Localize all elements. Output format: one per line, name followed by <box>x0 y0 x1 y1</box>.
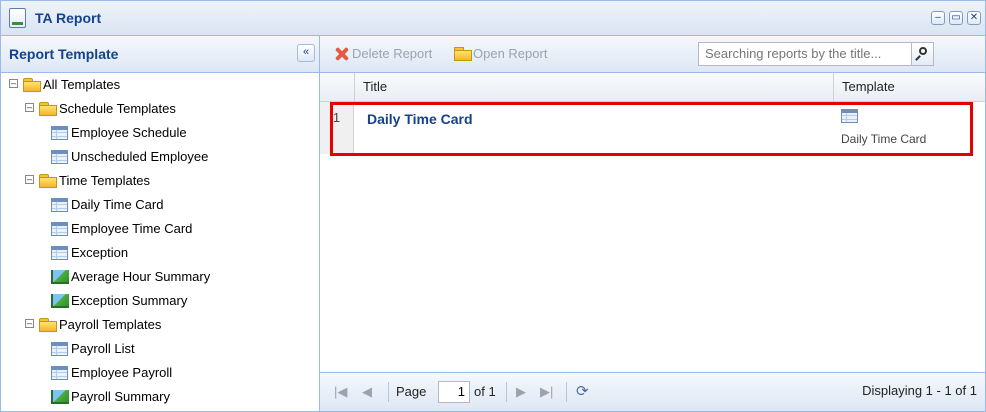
panel-title: Report Template <box>9 46 119 62</box>
template-grid-icon <box>841 109 858 123</box>
report-app-icon <box>9 8 26 28</box>
tree-item-label: Unscheduled Employee <box>71 149 209 164</box>
tree-item-label: Employee Schedule <box>71 125 187 140</box>
window-title: TA Report <box>35 10 102 26</box>
refresh-icon[interactable]: ⟳ <box>576 383 589 401</box>
search-input[interactable]: Searching reports by the title... <box>705 46 881 61</box>
tree-item-label: Schedule Templates <box>59 101 176 116</box>
grid-header: Title Template <box>320 73 985 102</box>
report-window: TA Report – ▭ ✕ Report Template « – All T… <box>0 0 986 412</box>
page-label: Page <box>396 384 427 399</box>
folder-icon <box>23 78 41 92</box>
tree-item-label: Exception <box>71 245 129 260</box>
collapse-panel-button[interactable]: « <box>297 44 315 62</box>
prev-page-icon[interactable]: ◀ <box>362 383 372 401</box>
tree-item-label: All Templates <box>43 77 121 92</box>
tree-item-label: Time Templates <box>59 173 151 188</box>
tree-item-label: Exception Summary <box>71 293 188 308</box>
tree-item-label: Employee Payroll <box>71 365 173 380</box>
folder-icon <box>39 318 57 332</box>
collapse-toggle-icon[interactable]: – <box>9 79 18 88</box>
panel-header: Report Template « <box>1 36 319 73</box>
collapse-toggle-icon[interactable]: – <box>25 319 34 328</box>
pager-separator <box>506 382 507 402</box>
last-page-icon[interactable]: ▶| <box>540 383 553 401</box>
report-title-cell[interactable]: Daily Time Card <box>367 111 473 127</box>
chart-report-icon <box>51 270 69 284</box>
pager-separator <box>566 382 567 402</box>
first-page-icon[interactable]: |◀ <box>334 383 347 401</box>
report-list-panel: Delete Report Open Report Searching repo… <box>320 36 985 411</box>
maximize-button[interactable]: ▭ <box>949 11 963 25</box>
tree-item-label: Payroll List <box>71 341 135 356</box>
report-toolbar: Delete Report Open Report Searching repo… <box>320 36 985 73</box>
grid-report-icon <box>51 246 68 260</box>
report-template-panel: Report Template « – All Templates – Schedul… <box>1 36 320 411</box>
column-header-title[interactable]: Title <box>354 73 838 101</box>
page-count-label: of 1 <box>474 384 496 399</box>
grid-report-icon <box>51 150 68 164</box>
collapse-toggle-icon[interactable]: – <box>25 103 34 112</box>
next-page-icon[interactable]: ▶ <box>516 383 526 401</box>
paging-toolbar: |◀ ◀ Page 1 of 1 ▶ ▶| ⟳ Displaying 1 - 1… <box>320 372 985 411</box>
close-button[interactable]: ✕ <box>967 11 981 25</box>
pager-separator <box>388 382 389 402</box>
tree-item-label: Employee Time Card <box>71 221 193 236</box>
grid-report-icon <box>51 198 68 212</box>
tree-item-label: Daily Time Card <box>71 197 164 212</box>
open-folder-icon <box>454 47 472 61</box>
folder-icon <box>39 102 57 116</box>
grid-report-icon <box>51 126 68 140</box>
title-bar: TA Report – ▭ ✕ <box>1 1 985 36</box>
tree-item-label: Payroll Templates <box>59 317 162 332</box>
grid-report-icon <box>51 342 68 356</box>
search-icon[interactable] <box>911 43 933 65</box>
template-cell: Daily Time Card <box>841 132 927 146</box>
grid-report-icon <box>51 366 68 380</box>
table-row[interactable]: 1 Daily Time Card Daily Time Card <box>320 102 985 154</box>
collapse-toggle-icon[interactable]: – <box>25 175 34 184</box>
chart-report-icon <box>51 294 69 308</box>
tree-item-label: Payroll Summary <box>71 389 170 404</box>
minimize-button[interactable]: – <box>931 11 945 25</box>
grid-report-icon <box>51 222 68 236</box>
open-report-button[interactable]: Open Report <box>473 45 547 63</box>
chart-report-icon <box>51 390 69 404</box>
search-box[interactable]: Searching reports by the title... <box>698 42 934 66</box>
folder-icon <box>39 174 57 188</box>
delete-icon <box>334 47 348 61</box>
row-number: 1 <box>320 102 354 154</box>
tree-item-label: Average Hour Summary <box>71 269 211 284</box>
page-number-input[interactable]: 1 <box>438 381 470 403</box>
paging-display-text: Displaying 1 - 1 of 1 <box>862 383 977 398</box>
delete-report-button[interactable]: Delete Report <box>352 45 432 63</box>
column-header-template[interactable]: Template <box>833 73 968 101</box>
